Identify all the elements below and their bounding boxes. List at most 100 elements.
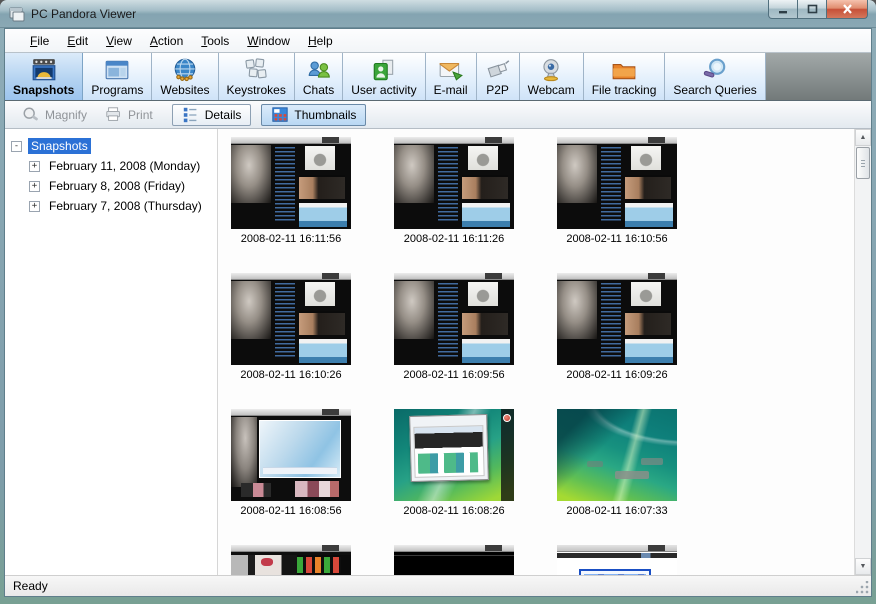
navigation-tree: - Snapshots + February 11, 2008 (Monday) +… [5,129,218,575]
thumbnail-panel: 2008-02-11 16:11:56 2008-02-11 16:11:26 20… [218,129,854,575]
snapshot-timestamp: 2008-02-11 16:10:56 [566,233,668,245]
snapshot-thumbnail[interactable]: 2008-02-11 16:10:26 [231,273,351,383]
thumbnails-button[interactable]: Thumbnails [261,103,367,126]
content-area: - Snapshots + February 11, 2008 (Monday) +… [5,129,871,575]
menu-bar: File Edit View Action Tools Window Help [5,29,871,52]
tree-item-label[interactable]: Snapshots [28,138,91,154]
tree-item-february-8-2008-friday[interactable]: + February 8, 2008 (Friday) [5,176,217,196]
tab-snapshots[interactable]: Snapshots [5,53,84,100]
title-bar[interactable]: PC Pandora Viewer [0,0,876,28]
tab-label: Keystrokes [226,83,286,97]
snapshot-image[interactable] [231,409,351,501]
category-toolbar: Snapshots Programs Websites Keystrokes Chats… [5,52,871,101]
snapshot-image[interactable] [231,545,351,575]
menu-item-action[interactable]: Action [141,31,192,51]
snapshot-thumbnail[interactable]: 2008-02-11 16:10:56 [557,137,677,247]
search-queries-icon [703,58,726,78]
snapshot-timestamp: 2008-02-11 16:09:26 [566,369,668,381]
tab-p2p[interactable]: P2P [476,53,520,100]
snapshot-timestamp: 2008-02-11 16:11:26 [403,233,505,245]
snapshot-image[interactable] [557,137,677,229]
minimize-button[interactable] [768,0,798,19]
maximize-button[interactable] [798,0,826,19]
status-bar: Ready [5,575,871,596]
scroll-down-button[interactable]: ▼ [855,558,871,575]
tab-label: Programs [91,83,144,97]
snapshot-timestamp: 2008-02-11 16:11:56 [240,233,342,245]
snapshot-image[interactable] [394,137,514,229]
snapshot-image[interactable] [394,409,514,501]
menu-item-help[interactable]: Help [299,31,342,51]
tool-label: Magnify [45,107,88,122]
snapshot-thumbnail[interactable]: 2008-02-11 16:08:26 [394,409,514,519]
client-area: File Edit View Action Tools Window Help Snapsh… [4,28,872,597]
tool-label: Thumbnails [294,107,357,122]
tab-websites[interactable]: Websites [152,53,219,100]
expand-icon[interactable]: + [29,180,40,192]
app-icon [9,7,25,21]
tab-webcam[interactable]: Webcam [519,53,584,100]
vertical-scrollbar[interactable]: ▲ ▼ [854,129,871,575]
snapshot-timestamp: 2008-02-11 16:10:26 [240,369,342,381]
snapshot-thumbnail[interactable] [557,545,677,575]
tab-label: E-mail [433,83,468,97]
snapshot-thumbnail[interactable] [394,545,514,575]
tree-item-snapshots[interactable]: - Snapshots [5,136,217,156]
snapshot-thumbnail[interactable]: 2008-02-11 16:11:26 [394,137,514,247]
tab-chats[interactable]: Chats [294,53,344,100]
collapse-icon[interactable]: - [11,140,22,152]
menu-item-tools[interactable]: Tools [192,31,238,51]
file-tracking-icon [612,64,636,80]
expand-icon[interactable]: + [29,160,40,172]
snapshot-thumbnail[interactable]: 2008-02-11 16:09:26 [557,273,677,383]
close-button[interactable] [826,0,868,19]
tree-item-label[interactable]: February 11, 2008 (Monday) [46,158,203,174]
email-icon [439,62,463,81]
tab-user-activity[interactable]: User activity [343,53,426,100]
scrollbar-thumb[interactable] [856,147,870,179]
tree-item-february-7-2008-thursday[interactable]: + February 7, 2008 (Thursday) [5,196,217,216]
tree-item-label[interactable]: February 8, 2008 (Friday) [46,178,188,194]
tab-programs[interactable]: Programs [83,53,153,100]
expand-icon[interactable]: + [29,200,40,212]
tab-keystrokes[interactable]: Keystrokes [218,53,295,100]
print-button[interactable]: Print [96,103,162,127]
websites-icon [174,58,196,82]
tab-file-tracking[interactable]: File tracking [583,53,666,100]
snapshot-image[interactable] [557,545,677,575]
tab-search-queries[interactable]: Search Queries [665,53,766,100]
snapshot-image[interactable] [231,137,351,229]
snapshot-image[interactable] [394,545,514,575]
snapshot-thumbnail[interactable]: 2008-02-11 16:09:56 [394,273,514,383]
snapshot-thumbnail[interactable]: 2008-02-11 16:11:56 [231,137,351,247]
snapshot-image[interactable] [557,409,677,501]
tree-item-february-11-2008-monday[interactable]: + February 11, 2008 (Monday) [5,156,217,176]
snapshot-timestamp: 2008-02-11 16:07:33 [566,505,668,517]
snapshot-image[interactable] [557,273,677,365]
menu-item-edit[interactable]: Edit [58,31,97,51]
tab-label: P2P [486,83,509,97]
snapshot-thumbnail[interactable]: 2008-02-11 16:07:33 [557,409,677,519]
resize-grip[interactable] [856,581,869,594]
toolbar-filler [765,53,871,100]
snapshot-image[interactable] [394,273,514,365]
snapshot-image[interactable] [231,273,351,365]
menu-item-window[interactable]: Window [238,31,299,51]
user-activity-icon [373,59,394,81]
webcam-icon [543,59,559,82]
keystrokes-icon [245,58,267,79]
scroll-up-button[interactable]: ▲ [855,129,871,146]
status-text: Ready [13,579,48,593]
tab-e-mail[interactable]: E-mail [425,53,477,100]
chats-icon [308,61,330,78]
snapshot-timestamp: 2008-02-11 16:08:56 [240,505,342,517]
menu-item-file[interactable]: File [21,31,58,51]
programs-icon [105,60,129,80]
details-button[interactable]: Details [171,103,252,126]
tree-item-label[interactable]: February 7, 2008 (Thursday) [46,198,205,214]
snapshot-thumbnail[interactable]: 2008-02-11 16:08:56 [231,409,351,519]
magnify-button[interactable]: Magnify [13,103,96,127]
tab-label: Webcam [527,83,575,97]
snapshot-thumbnail[interactable] [231,545,351,575]
menu-item-view[interactable]: View [97,31,141,51]
